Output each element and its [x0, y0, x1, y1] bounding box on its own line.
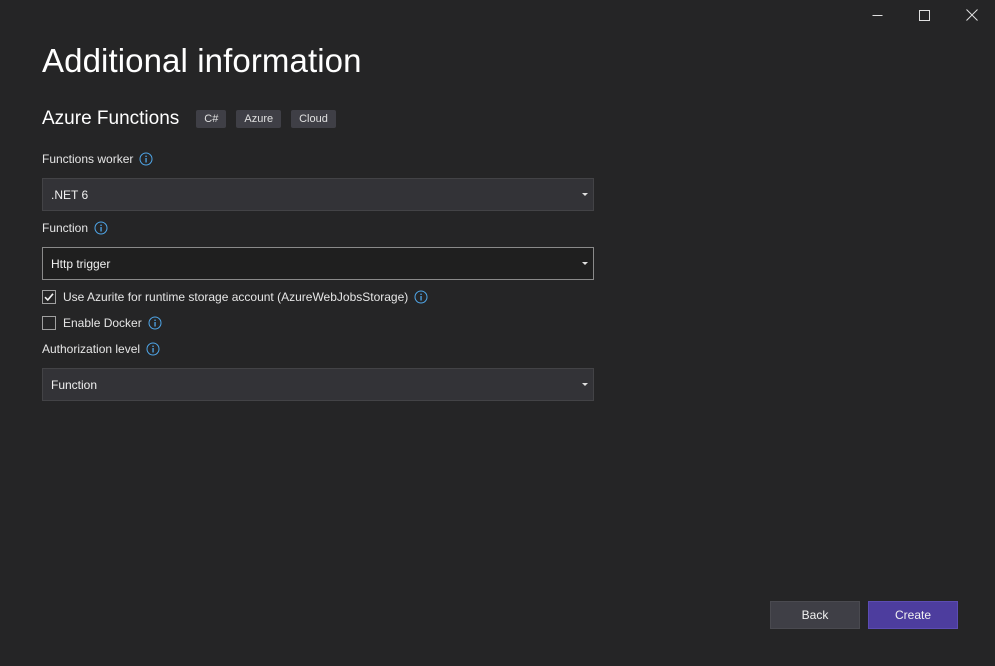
functions-worker-value: .NET 6: [51, 187, 89, 202]
tag-cloud: Cloud: [291, 110, 336, 128]
info-icon[interactable]: [94, 221, 108, 235]
template-header: Azure Functions C# Azure Cloud: [42, 108, 346, 130]
function-value: Http trigger: [51, 256, 111, 271]
back-button[interactable]: Back: [770, 601, 860, 629]
authorization-level-value: Function: [51, 377, 98, 392]
function-label-row: Function: [42, 221, 108, 235]
use-azurite-checkbox[interactable]: [42, 290, 56, 304]
use-azurite-label: Use Azurite for runtime storage account …: [63, 290, 409, 304]
functions-worker-label-row: Functions worker: [42, 152, 153, 166]
close-button[interactable]: [948, 0, 995, 30]
chevron-down-icon: [582, 262, 588, 265]
page-title: Additional information: [42, 42, 362, 79]
info-icon[interactable]: [146, 342, 160, 356]
function-label: Function: [42, 221, 89, 235]
info-icon[interactable]: [414, 290, 428, 304]
checkmark-icon: [44, 293, 54, 302]
tag-azure: Azure: [236, 110, 282, 128]
info-icon[interactable]: [148, 316, 162, 330]
enable-docker-checkbox[interactable]: [42, 316, 56, 330]
function-select[interactable]: Http trigger: [42, 247, 594, 280]
functions-worker-select[interactable]: .NET 6: [42, 178, 594, 211]
tag-csharp: C#: [196, 110, 227, 128]
chevron-down-icon: [582, 383, 588, 386]
maximize-button[interactable]: [901, 0, 948, 30]
authorization-level-select[interactable]: Function: [42, 368, 594, 401]
minimize-icon: [872, 14, 883, 16]
close-icon: [965, 9, 978, 21]
minimize-button[interactable]: [854, 0, 901, 30]
use-azurite-row[interactable]: Use Azurite for runtime storage account …: [42, 290, 428, 304]
functions-worker-label: Functions worker: [42, 152, 134, 166]
info-icon[interactable]: [139, 152, 153, 166]
template-name: Azure Functions: [42, 108, 180, 129]
create-button[interactable]: Create: [868, 601, 958, 629]
enable-docker-row[interactable]: Enable Docker: [42, 316, 162, 330]
chevron-down-icon: [582, 193, 588, 196]
window-controls: [854, 0, 995, 30]
maximize-icon: [919, 9, 930, 21]
enable-docker-label: Enable Docker: [63, 316, 142, 330]
authorization-level-label-row: Authorization level: [42, 342, 160, 356]
authorization-level-label: Authorization level: [42, 342, 141, 356]
